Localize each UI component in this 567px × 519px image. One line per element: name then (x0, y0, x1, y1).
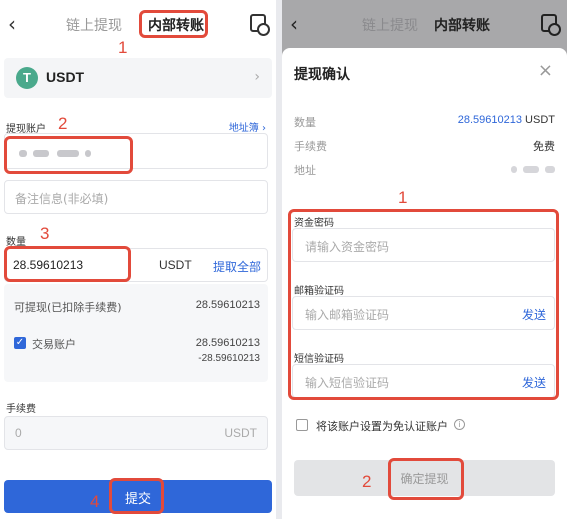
sms-send-button[interactable]: 发送 (522, 374, 546, 391)
sms-code-input[interactable]: 输入短信验证码 发送 (292, 364, 555, 398)
fee-label: 手续费 (294, 140, 327, 153)
header: ‹ 链上提现 内部转账 (0, 0, 276, 50)
withdraw-confirm-screen: ‹ 链上提现 内部转账 提现确认 × 数量 28.59610213 USDT 手… (282, 0, 567, 519)
confirm-withdraw-button[interactable]: 确定提现 (294, 460, 555, 496)
withdraw-all-button[interactable]: 提取全部 (213, 258, 261, 275)
fee-value: 0 (15, 426, 22, 440)
tab-internal-transfer[interactable]: 内部转账 (434, 15, 490, 35)
redacted-text (511, 166, 517, 173)
annotation-number-r2: 2 (362, 472, 372, 491)
fund-password-label: 资金密码 (294, 218, 334, 229)
annotation-number-1: 1 (118, 38, 128, 57)
redacted-text (33, 150, 49, 157)
trade-account-delta: -28.59610213 (198, 353, 260, 364)
header-dimmed: ‹ 链上提现 内部转账 (282, 0, 567, 50)
email-code-placeholder: 输入邮箱验证码 (305, 308, 390, 322)
close-icon[interactable]: × (538, 60, 553, 81)
usdt-logo-icon: T (16, 67, 38, 89)
annotation-number-3: 3 (40, 224, 50, 243)
available-label: 可提现(已扣除手续费) (14, 301, 122, 314)
tab-onchain-withdraw[interactable]: 链上提现 (362, 15, 418, 35)
submit-label: 提交 (124, 492, 151, 507)
fund-password-input[interactable]: 请输入资金密码 (292, 228, 555, 262)
exempt-checkbox[interactable] (296, 419, 308, 431)
sheet-title: 提现确认 (294, 67, 350, 83)
confirm-withdraw-label: 确定提现 (400, 472, 449, 486)
fee-label: 手续费 (6, 404, 36, 415)
available-value: 28.59610213 (195, 299, 260, 311)
redacted-text (545, 166, 555, 173)
sms-code-label: 短信验证码 (294, 354, 344, 365)
back-icon[interactable]: ‹ (290, 12, 298, 36)
quantity-label: 数量 (294, 116, 316, 129)
document-clock-icon[interactable] (250, 14, 270, 36)
fee-unit: USDT (224, 426, 257, 440)
tab-internal-transfer[interactable]: 内部转账 (148, 15, 204, 35)
trade-account-label: 交易账户 (32, 338, 76, 351)
amount-input[interactable]: 28.59610213 USDT 提取全部 (4, 248, 268, 282)
email-send-button[interactable]: 发送 (522, 306, 546, 323)
withdraw-form-screen: ‹ 链上提现 内部转账 1 T USDT › 提现账户 2 地址簿 › 备注信息… (0, 0, 276, 519)
trade-account-value: 28.59610213 (195, 337, 260, 349)
annotation-number-4: 4 (90, 492, 100, 511)
amount-value: 28.59610213 (13, 258, 84, 272)
remark-placeholder: 备注信息(非必填) (15, 192, 109, 206)
address-book-link[interactable]: 地址簿 › (229, 119, 266, 134)
coin-name: USDT (46, 69, 85, 85)
account-input[interactable] (4, 133, 268, 169)
annotation-number-r1: 1 (398, 188, 408, 207)
redacted-text (19, 150, 27, 157)
remark-input[interactable]: 备注信息(非必填) (4, 180, 268, 214)
email-code-input[interactable]: 输入邮箱验证码 发送 (292, 296, 555, 330)
annotation-number-2: 2 (58, 114, 68, 133)
redacted-text (57, 150, 79, 157)
exempt-label: 将该账户设置为免认证账户 (316, 420, 448, 433)
tab-onchain-withdraw[interactable]: 链上提现 (66, 15, 122, 35)
sms-code-placeholder: 输入短信验证码 (305, 376, 390, 390)
info-icon[interactable]: i (454, 419, 465, 430)
redacted-text (85, 150, 91, 157)
address-label: 地址 (294, 164, 316, 177)
confirm-sheet: 提现确认 × 数量 28.59610213 USDT 手续费 免费 地址 1 资… (282, 48, 567, 519)
balance-details: 可提现(已扣除手续费) 28.59610213 ✓ 交易账户 28.596102… (4, 284, 268, 382)
chevron-right-icon: › (254, 69, 260, 85)
email-code-label: 邮箱验证码 (294, 286, 344, 297)
fund-password-placeholder: 请输入资金密码 (305, 240, 390, 254)
fee-field: 0 USDT (4, 416, 268, 450)
amount-label: 数量 (6, 237, 26, 248)
redacted-text (523, 166, 539, 173)
back-icon[interactable]: ‹ (8, 12, 16, 36)
amount-unit: USDT (159, 258, 192, 272)
submit-button[interactable]: 提交 (4, 480, 272, 513)
coin-selector[interactable]: T USDT › (4, 58, 272, 98)
document-clock-icon[interactable] (541, 14, 561, 36)
quantity-value: 28.59610213 USDT (457, 114, 555, 126)
checkbox-checked-icon[interactable]: ✓ (14, 337, 26, 349)
fee-value: 免费 (533, 141, 555, 153)
